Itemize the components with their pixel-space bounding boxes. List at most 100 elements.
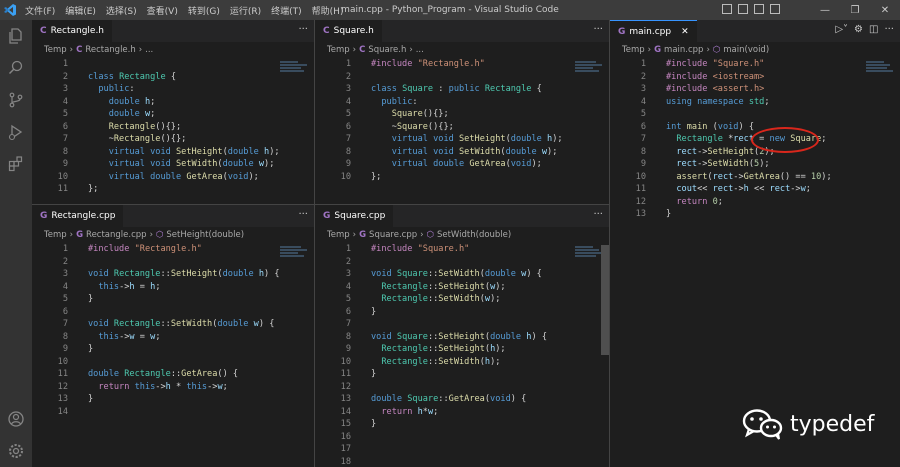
code-line[interactable]: 6 ~Square(){}; <box>315 121 609 134</box>
split-editor-icon[interactable]: ◫ <box>869 24 878 35</box>
tab-rectangle-cpp[interactable]: G Rectangle.cpp <box>32 205 124 227</box>
minimap[interactable] <box>866 60 896 86</box>
divider[interactable] <box>32 204 609 205</box>
divider[interactable] <box>314 20 315 467</box>
run-debug-icon[interactable] <box>0 116 32 148</box>
minimap[interactable] <box>575 60 605 86</box>
code-editor[interactable]: 1 #include "Rectangle.h" 2 3 void Rectangle:… <box>32 243 314 418</box>
divider[interactable] <box>609 20 610 467</box>
code-editor[interactable]: 1 #include "Rectangle.h" 2 3 class Square : … <box>315 58 609 183</box>
minimize-icon[interactable]: — <box>810 0 840 20</box>
breadcrumb-file[interactable]: Rectangle.h <box>85 45 135 55</box>
code-line[interactable]: 3 void Rectangle::SetHeight(double h) { <box>32 268 314 281</box>
code-line[interactable]: 6} <box>315 306 609 319</box>
code-line[interactable]: 6 <box>32 306 314 319</box>
breadcrumb-file[interactable]: Square.h <box>368 45 406 55</box>
code-line[interactable]: 13} <box>610 208 900 221</box>
minimap[interactable] <box>280 245 310 271</box>
code-line[interactable]: 17 <box>315 443 609 456</box>
code-line[interactable]: 5 Square(){}; <box>315 108 609 121</box>
toggle-panel-icon[interactable] <box>738 4 748 14</box>
code-line[interactable]: 3 public: <box>32 83 314 96</box>
code-line[interactable]: 4 public: <box>315 96 609 109</box>
menu-view[interactable]: 查看(V) <box>142 4 183 17</box>
code-line[interactable]: 1 #include "Rectangle.h" <box>32 243 314 256</box>
more-actions-icon[interactable]: ··· <box>298 209 308 220</box>
run-icon[interactable]: ▷˅ <box>835 24 848 35</box>
code-line[interactable]: 5 <box>610 108 900 121</box>
close-icon[interactable]: ✕ <box>870 0 900 20</box>
code-line[interactable]: 15} <box>315 418 609 431</box>
code-line[interactable]: 9 virtual void SetWidth(double w); <box>32 158 314 171</box>
more-actions-icon[interactable]: ··· <box>593 209 603 220</box>
tab-square-h[interactable]: C Square.h <box>315 20 382 42</box>
code-line[interactable]: 3 #include <assert.h> <box>610 83 900 96</box>
code-line[interactable]: 4 this->h = h; <box>32 281 314 294</box>
account-icon[interactable] <box>0 403 32 435</box>
restore-icon[interactable]: ❐ <box>840 0 870 20</box>
code-editor[interactable]: 1 2 class Rectangle {3 public: 4 double h; 5… <box>32 58 314 196</box>
code-line[interactable]: 2 #include <iostream> <box>610 71 900 84</box>
breadcrumb-symbol[interactable]: ... <box>145 45 153 55</box>
code-line[interactable]: 8 this->w = w; <box>32 331 314 344</box>
minimap[interactable] <box>280 60 310 86</box>
code-line[interactable]: 10 assert(rect->GetArea() == 10); <box>610 171 900 184</box>
code-line[interactable]: 2 class Rectangle { <box>32 71 314 84</box>
extensions-icon[interactable] <box>0 148 32 180</box>
code-line[interactable]: 4 double h; <box>32 96 314 109</box>
explorer-icon[interactable] <box>0 20 32 52</box>
more-actions-icon[interactable]: ··· <box>298 24 308 35</box>
code-line[interactable]: 7 virtual void SetHeight(double h); <box>315 133 609 146</box>
code-line[interactable]: 8 virtual void SetWidth(double w); <box>315 146 609 159</box>
code-editor[interactable]: 1 #include "Square.h" 2 3 void Square::SetWi… <box>315 243 609 467</box>
code-line[interactable]: 11 double Rectangle::GetArea() { <box>32 368 314 381</box>
code-line[interactable]: 2 <box>315 71 609 84</box>
code-line[interactable]: 16 <box>315 431 609 444</box>
code-line[interactable]: 7 void Rectangle::SetWidth(double w) { <box>32 318 314 331</box>
code-line[interactable]: 14 return h*w; <box>315 406 609 419</box>
code-line[interactable]: 2 <box>32 256 314 269</box>
breadcrumb-symbol[interactable]: ... <box>416 45 424 55</box>
more-actions-icon[interactable]: ··· <box>884 24 894 35</box>
code-line[interactable]: 1 #include "Rectangle.h" <box>315 58 609 71</box>
tab-main-cpp[interactable]: G main.cpp ✕ <box>610 20 697 42</box>
code-line[interactable]: 12 return 0; <box>610 196 900 209</box>
breadcrumb-file[interactable]: main.cpp <box>664 45 703 55</box>
code-line[interactable]: 12 <box>315 381 609 394</box>
code-line[interactable]: 1 #include "Square.h" <box>315 243 609 256</box>
settings-gear-icon[interactable]: ⚙ <box>854 24 863 35</box>
code-line[interactable]: 9} <box>32 343 314 356</box>
breadcrumb-folder[interactable]: Temp <box>327 45 350 55</box>
code-line[interactable]: 5 double w; <box>32 108 314 121</box>
code-line[interactable]: 11}; <box>32 183 314 196</box>
breadcrumb-symbol[interactable]: SetHeight(double) <box>166 230 244 240</box>
toggle-secondary-sidebar-icon[interactable] <box>754 4 764 14</box>
tab-rectangle-h[interactable]: C Rectangle.h <box>32 20 113 42</box>
menu-file[interactable]: 文件(F) <box>20 4 60 17</box>
code-line[interactable]: 1 #include "Square.h" <box>610 58 900 71</box>
code-line[interactable]: 3 void Square::SetWidth(double w) { <box>315 268 609 281</box>
code-line[interactable]: 10 Rectangle::SetWidth(h); <box>315 356 609 369</box>
search-icon[interactable] <box>0 52 32 84</box>
code-line[interactable]: 11 cout<< rect->h << rect->w; <box>610 183 900 196</box>
breadcrumb-file[interactable]: Square.cpp <box>369 230 417 240</box>
code-line[interactable]: 4 using namespace std; <box>610 96 900 109</box>
code-line[interactable]: 12 return this->h * this->w; <box>32 381 314 394</box>
breadcrumb-symbol[interactable]: SetWidth(double) <box>437 230 511 240</box>
code-line[interactable]: 9 virtual double GetArea(void); <box>315 158 609 171</box>
breadcrumb-folder[interactable]: Temp <box>622 45 645 55</box>
code-line[interactable]: 13} <box>32 393 314 406</box>
code-line[interactable]: 3 class Square : public Rectangle { <box>315 83 609 96</box>
menu-help[interactable]: 帮助(H) <box>307 4 349 17</box>
vertical-scrollbar[interactable] <box>601 245 609 355</box>
code-line[interactable]: 8 rect->SetHeight(2); <box>610 146 900 159</box>
code-line[interactable]: 10 <box>32 356 314 369</box>
menu-selection[interactable]: 选择(S) <box>101 4 142 17</box>
manage-gear-icon[interactable] <box>0 435 32 467</box>
code-line[interactable]: 4 Rectangle::SetHeight(w); <box>315 281 609 294</box>
menu-edit[interactable]: 编辑(E) <box>60 4 101 17</box>
code-line[interactable]: 18 <box>315 456 609 467</box>
code-line[interactable]: 8 void Square::SetHeight(double h) { <box>315 331 609 344</box>
breadcrumb-folder[interactable]: Temp <box>327 230 350 240</box>
code-line[interactable]: 10 virtual double GetArea(void); <box>32 171 314 184</box>
